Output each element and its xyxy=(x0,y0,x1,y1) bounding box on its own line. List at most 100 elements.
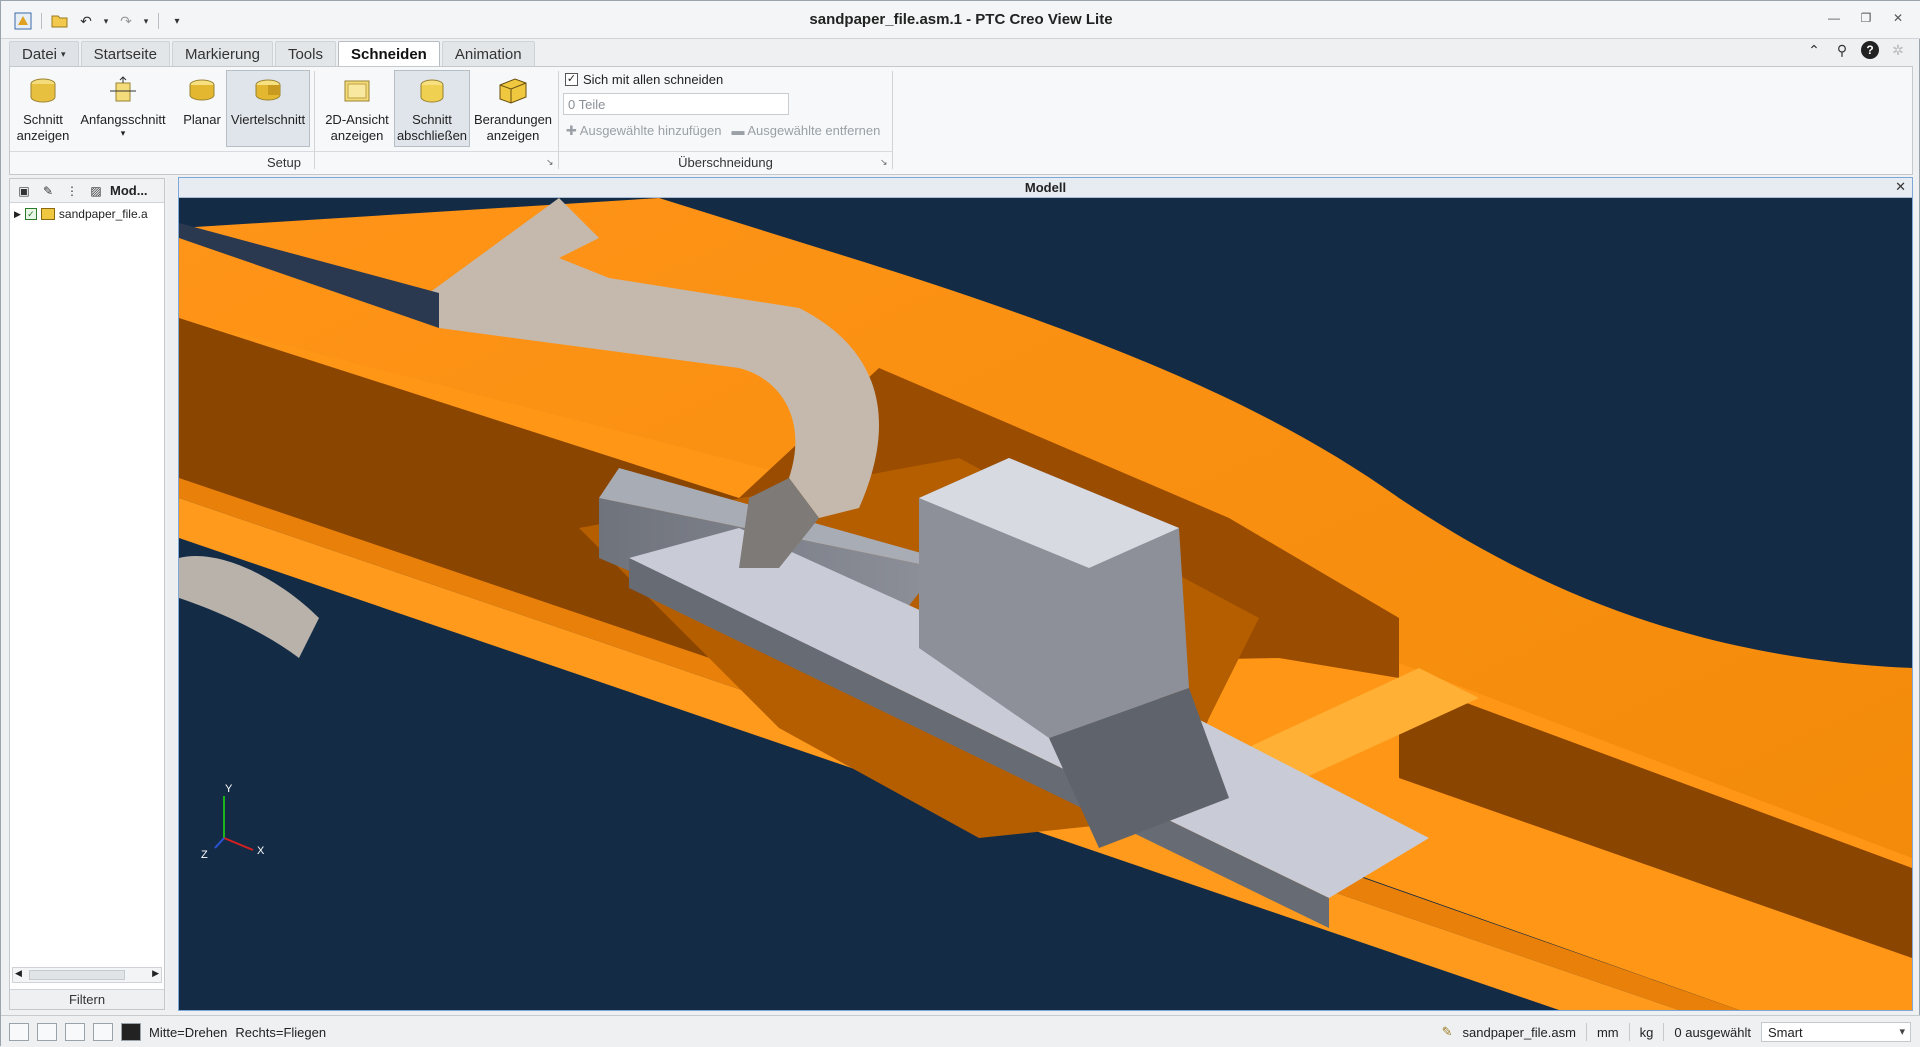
status-unit-mass[interactable]: kg xyxy=(1640,1025,1654,1040)
selection-filter-select[interactable]: Smart xyxy=(1761,1022,1911,1042)
tree-item-root[interactable]: ▶ ✓ sandpaper_file.a xyxy=(14,207,164,221)
add-selected-button[interactable]: ✚ Ausgewählte hinzufügen xyxy=(566,123,721,139)
visibility-checkbox-icon[interactable]: ✓ xyxy=(24,208,37,220)
quarter-section-button[interactable]: Viertelschnitt xyxy=(226,70,310,147)
view-2d-button[interactable]: 2D-Ansicht anzeigen xyxy=(322,70,392,147)
tab-datei[interactable]: Datei ▾ xyxy=(9,41,79,67)
mouse-hint-right: Rechts=Fliegen xyxy=(235,1024,327,1040)
plus-icon: ✚ xyxy=(566,123,580,138)
status-right: ✎ sandpaper_file.asm mm kg 0 ausgewählt … xyxy=(1442,1022,1911,1042)
button-label: Schnitt xyxy=(23,112,63,127)
triad-y-label: Y xyxy=(225,783,233,795)
dialog-launcher-icon[interactable]: ↘ xyxy=(546,157,554,168)
tree-item-label: sandpaper_file.a xyxy=(58,207,148,221)
model-tab-label[interactable]: Mod... xyxy=(110,183,148,198)
application-window: ↶ ▾ ↷ ▾ ▾ sandpaper_file.asm.1 - PTC Cre… xyxy=(0,0,1920,1047)
button-label: Ausgewählte hinzufügen xyxy=(579,123,722,138)
viewport-title: Modell xyxy=(1024,180,1067,195)
view-2d-icon xyxy=(344,80,370,102)
planar-button[interactable]: Planar xyxy=(180,70,224,147)
button-label: Berandungen xyxy=(473,112,553,127)
dialog-launcher-icon[interactable]: ↘ xyxy=(880,157,888,168)
scroll-left-icon[interactable]: ◀ xyxy=(15,968,22,979)
checkbox-label: Sich mit allen schneiden xyxy=(583,71,724,87)
tab-markierung[interactable]: Markierung xyxy=(171,41,273,67)
scroll-right-icon[interactable]: ▶ xyxy=(152,968,159,979)
viewport-header: Modell ✕ xyxy=(179,178,1912,198)
button-label: anzeigen xyxy=(16,128,70,143)
planar-icon xyxy=(189,79,215,101)
button-label: Anfangsschnitt xyxy=(80,112,166,127)
initial-section-button[interactable]: Anfangsschnitt ▾ xyxy=(76,70,170,147)
model-tree-panel: ▣ ✎ ⋮ ▨ Mod... ▶ ✓ sandpaper_file.a ◀ ▶ … xyxy=(9,178,165,1010)
button-label: abschließen xyxy=(396,128,468,143)
search-icon[interactable]: ⚲ xyxy=(1833,41,1851,59)
section-show-button[interactable]: Schnitt anzeigen xyxy=(14,70,72,147)
section-show-icon xyxy=(30,78,56,103)
console-icon[interactable] xyxy=(121,1023,141,1041)
status-file: sandpaper_file.asm xyxy=(1462,1024,1576,1040)
expand-arrow-icon[interactable]: ▶ xyxy=(14,209,21,220)
hierarchy-icon[interactable]: ⋮ xyxy=(62,182,82,200)
status-separator xyxy=(1663,1023,1665,1041)
panel-splitter[interactable] xyxy=(167,178,177,1010)
status-unit-length[interactable]: mm xyxy=(1597,1025,1619,1040)
status-bar: Mitte=Drehen Rechts=Fliegen ✎ sandpaper_… xyxy=(1,1015,1920,1047)
group-separator xyxy=(892,71,893,169)
tree-view-icon[interactable]: ▣ xyxy=(14,182,34,200)
scroll-thumb[interactable] xyxy=(29,970,125,980)
button-label: anzeigen xyxy=(330,128,384,143)
tab-tools[interactable]: Tools xyxy=(274,41,336,67)
close-icon[interactable]: ✕ xyxy=(1889,9,1907,27)
parts-field[interactable]: 0 Teile xyxy=(563,93,789,115)
remove-selected-button[interactable]: ▬ Ausgewählte entfernen xyxy=(731,123,880,139)
ribbon-tabs: Datei ▾ Startseite Markierung Tools Schne… xyxy=(9,41,535,67)
intersect-all-checkbox[interactable]: ✓ xyxy=(565,72,578,86)
help-icon[interactable]: ? xyxy=(1861,41,1879,59)
model-icon: ▨ xyxy=(90,183,102,198)
file-type-icon: ✎ xyxy=(1441,1024,1453,1039)
ribbon-right-tools: ⌃ ⚲ ? ✲ xyxy=(1805,41,1907,59)
tab-label: Datei xyxy=(22,46,58,63)
button-label: Ausgewählte entfernen xyxy=(747,123,881,138)
edit-icon[interactable]: ✎ xyxy=(38,182,58,200)
minimize-icon[interactable]: — xyxy=(1825,9,1843,27)
button-label: Planar xyxy=(183,112,221,127)
mouse-hint-middle: Mitte=Drehen xyxy=(149,1024,228,1040)
3d-scene[interactable]: Y X Z xyxy=(179,198,1912,1010)
settings-icon[interactable]: ✲ xyxy=(1889,41,1907,59)
window-controls: — ❐ ✕ xyxy=(1825,9,1907,27)
selection-actions: ✚ Ausgewählte hinzufügen ▬ Ausgewählte e… xyxy=(566,123,880,139)
chevron-down-icon: ▾ xyxy=(61,49,66,59)
horizontal-scrollbar[interactable]: ◀ ▶ xyxy=(12,967,162,983)
close-icon[interactable]: ✕ xyxy=(1895,179,1906,195)
initial-section-icon xyxy=(110,76,136,102)
show-edges-icon xyxy=(499,78,527,104)
group-label-intersection: Überschneidung xyxy=(559,151,892,173)
tab-startseite[interactable]: Startseite xyxy=(80,41,170,67)
tab-animation[interactable]: Animation xyxy=(441,41,535,67)
cap-section-icon xyxy=(420,79,444,103)
title-bar: ↶ ▾ ↷ ▾ ▾ sandpaper_file.asm.1 - PTC Cre… xyxy=(1,1,1920,39)
group-label-setup: Setup xyxy=(10,151,558,173)
minimize-ribbon-icon[interactable]: ⌃ xyxy=(1805,41,1823,59)
cap-section-button[interactable]: Schnitt abschließen xyxy=(394,70,470,147)
show-edges-button[interactable]: Berandungen anzeigen xyxy=(472,70,554,147)
layout-2-icon[interactable] xyxy=(37,1023,57,1041)
window-title: sandpaper_file.asm.1 - PTC Creo View Lit… xyxy=(809,11,1113,28)
model-viewport[interactable]: Modell ✕ Y X Z xyxy=(178,177,1913,1011)
ribbon-panel: Schnitt anzeigen Anfangsschnitt ▾ Planar… xyxy=(9,66,1913,175)
model-tree-toolbar: ▣ ✎ ⋮ ▨ Mod... xyxy=(10,179,164,203)
status-separator xyxy=(1628,1023,1630,1041)
layout-4-icon[interactable] xyxy=(93,1023,113,1041)
layout-1-icon[interactable] xyxy=(9,1023,29,1041)
restore-icon[interactable]: ❐ xyxy=(1857,9,1875,27)
intersect-all-row[interactable]: ✓ Sich mit allen schneiden xyxy=(565,70,723,88)
button-label: anzeigen xyxy=(486,128,540,143)
tab-schneiden[interactable]: Schneiden xyxy=(338,41,440,67)
quarter-section-icon xyxy=(255,79,281,101)
layout-3-icon[interactable] xyxy=(65,1023,85,1041)
minus-icon: ▬ xyxy=(731,123,748,138)
status-separator xyxy=(1585,1023,1587,1041)
filter-button[interactable]: Filtern xyxy=(10,989,164,1009)
